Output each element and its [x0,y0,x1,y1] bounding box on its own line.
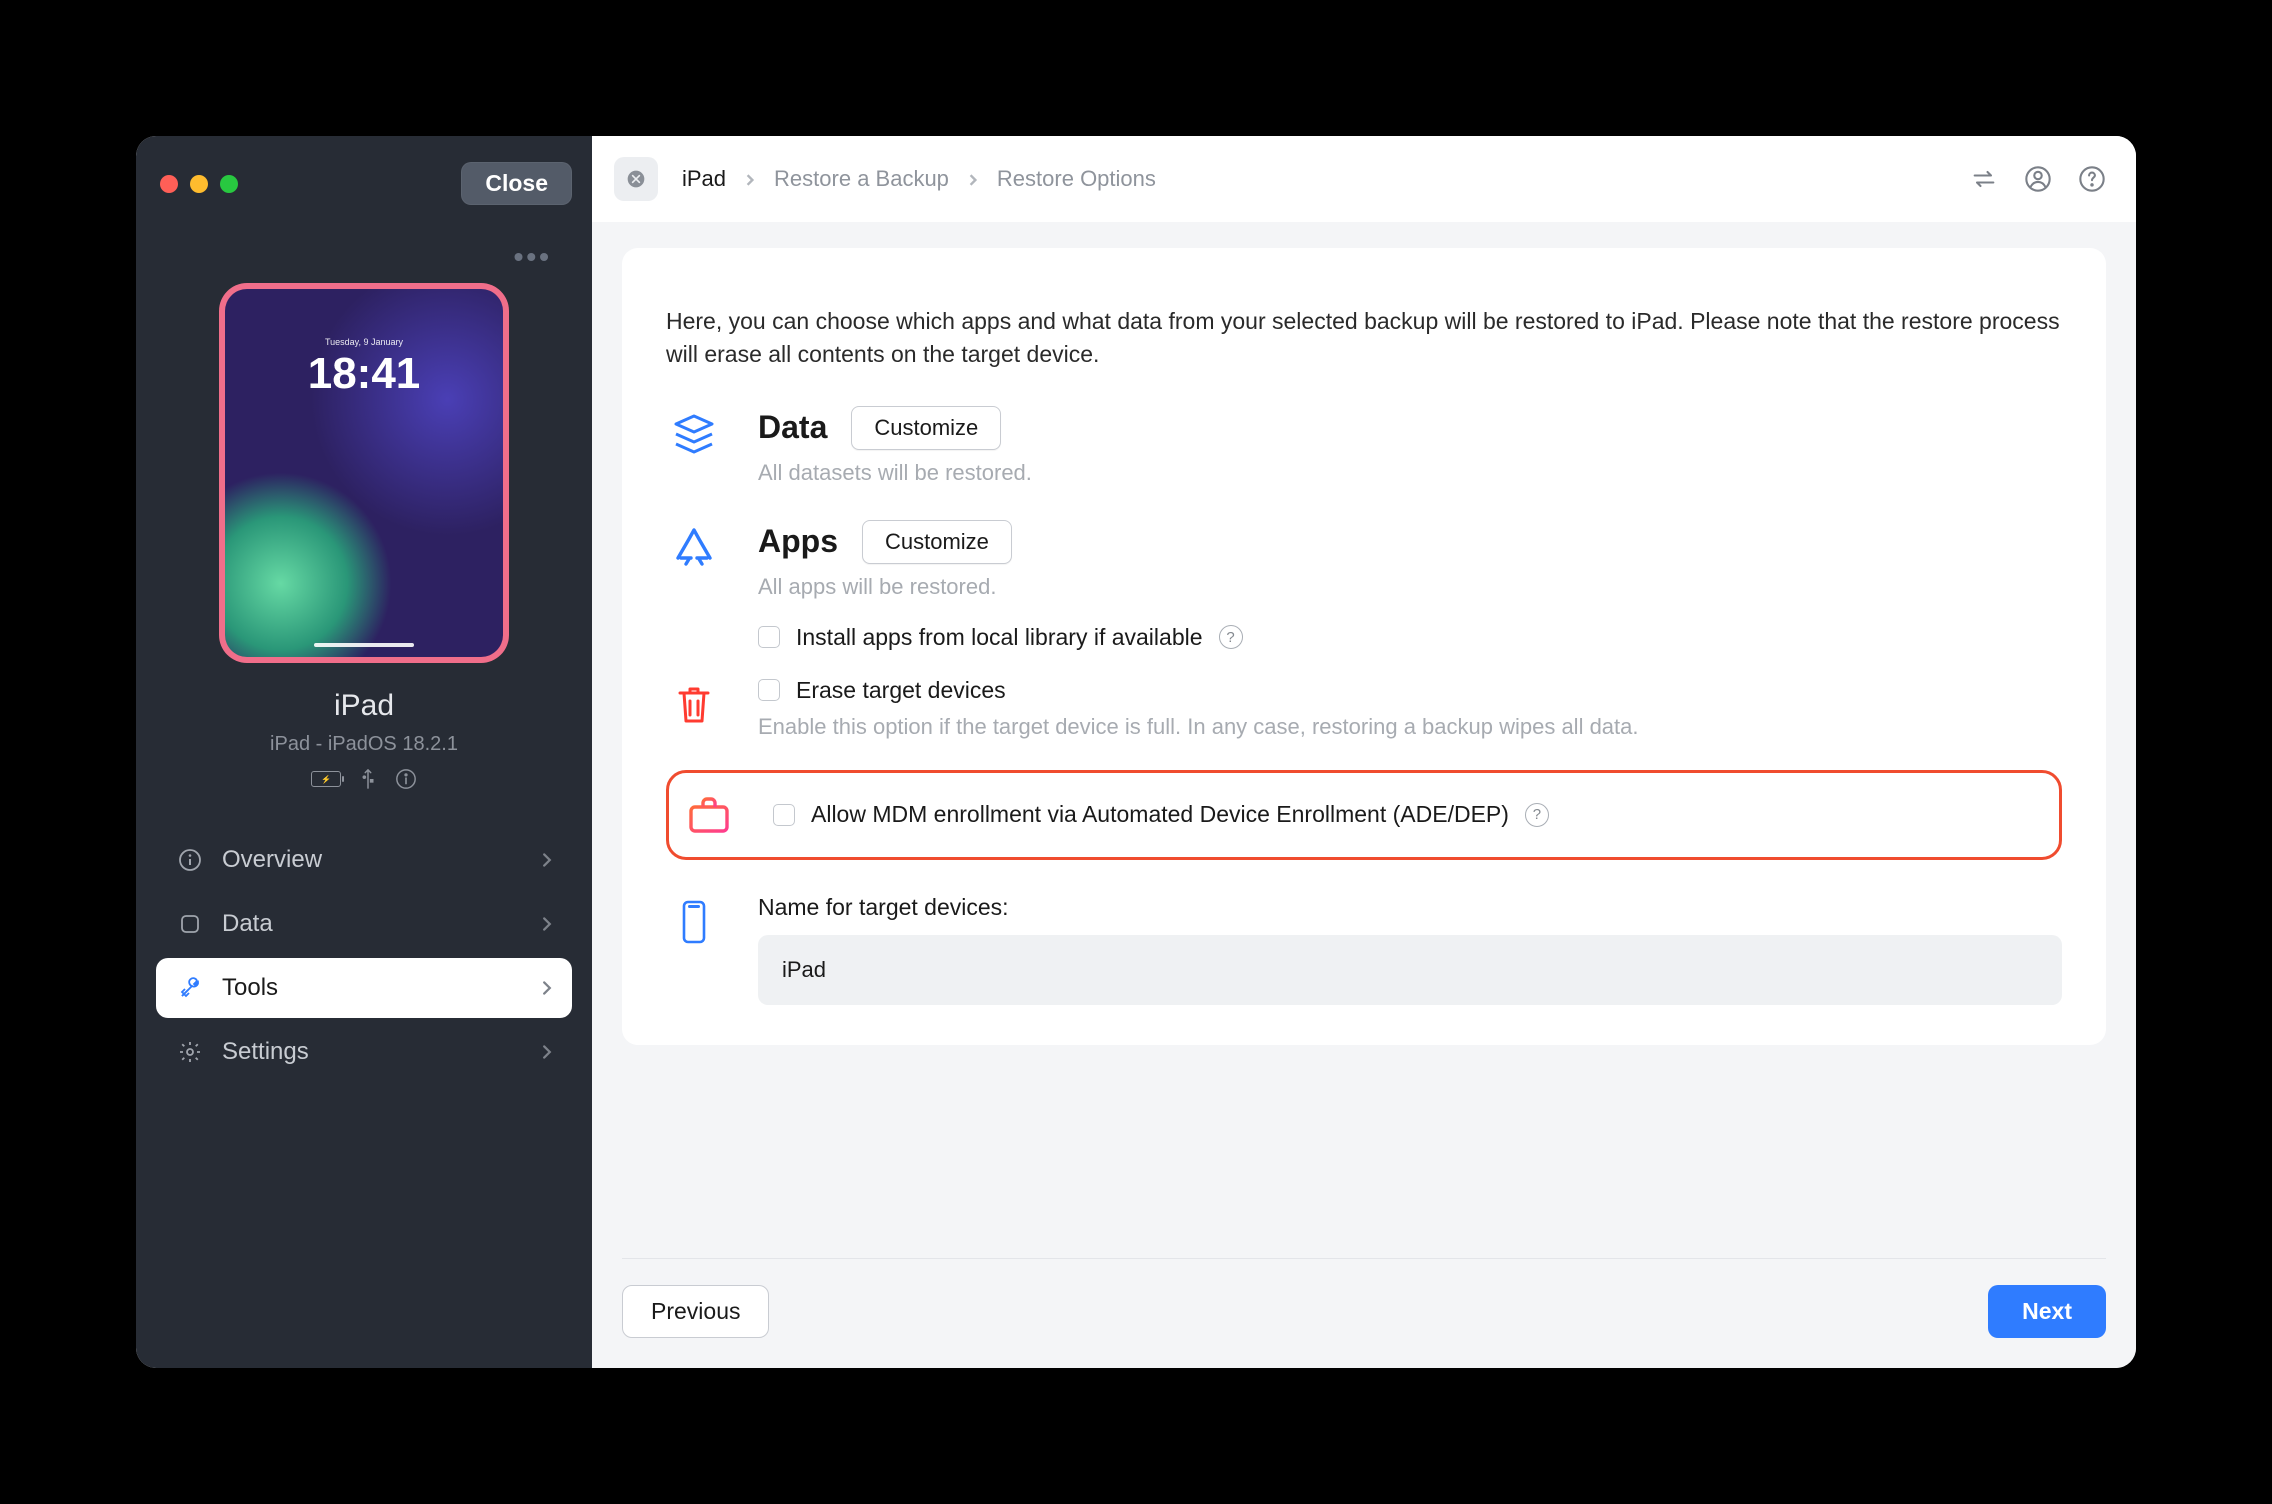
account-icon[interactable] [2024,165,2052,193]
square-icon [178,912,202,936]
sidebar-item-label: Tools [222,974,278,1002]
transfer-icon[interactable] [1970,165,1998,193]
chevron-right-icon [967,166,979,192]
top-bar: iPad Restore a Backup Restore Options [592,136,2136,222]
intro-text: Here, you can choose which apps and what… [666,305,2062,372]
breadcrumb-item[interactable]: iPad [682,166,726,192]
info-icon[interactable] [395,768,417,790]
sidebar-item-tools[interactable]: Tools [156,958,572,1018]
name-label: Name for target devices: [758,894,2062,921]
info-circle-icon [178,848,202,872]
sidebar-item-label: Data [222,910,273,938]
mdm-label: Allow MDM enrollment via Automated Devic… [811,801,1509,828]
customize-data-button[interactable]: Customize [851,406,1001,450]
close-button[interactable]: Close [461,162,572,205]
device-screen-date: Tuesday, 9 January [325,337,403,347]
back-button[interactable] [614,157,658,201]
data-title: Data [758,409,827,446]
help-icon[interactable]: ? [1525,803,1549,827]
chevron-right-icon [540,974,554,1002]
sidebar-item-overview[interactable]: Overview [156,830,572,890]
content-card: Here, you can choose which apps and what… [622,248,2106,1045]
breadcrumb-item[interactable]: Restore a Backup [774,166,949,192]
minimize-window-icon[interactable] [190,175,208,193]
customize-apps-button[interactable]: Customize [862,520,1012,564]
erase-label: Erase target devices [796,677,1006,704]
device-name-input[interactable] [758,935,2062,1005]
device-screen-time: 18:41 [308,349,421,399]
sidebar-nav: Overview Data Tools Settings [156,830,572,1082]
tools-icon [178,976,202,1000]
previous-button[interactable]: Previous [622,1285,769,1338]
chevron-right-icon [540,910,554,938]
gear-icon [178,1040,202,1064]
erase-checkbox[interactable] [758,679,780,701]
breadcrumb: iPad Restore a Backup Restore Options [682,166,1156,192]
phone-icon [670,898,718,946]
battery-icon: ⚡ [311,771,341,787]
data-sub: All datasets will be restored. [758,460,2062,486]
chevron-right-icon [744,166,756,192]
help-icon[interactable]: ? [1219,625,1243,649]
close-x-icon [626,169,646,189]
device-os: iPad - iPadOS 18.2.1 [156,733,572,756]
install-local-checkbox[interactable] [758,626,780,648]
help-icon[interactable] [2078,165,2106,193]
sidebar-item-data[interactable]: Data [156,894,572,954]
erase-sub: Enable this option if the target device … [758,714,2062,740]
apps-sub: All apps will be restored. [758,574,2062,600]
sidebar-item-label: Overview [222,846,322,874]
close-window-icon[interactable] [160,175,178,193]
app-window: Close ••• Tuesday, 9 January 18:41 iPad … [136,136,2136,1368]
main-panel: iPad Restore a Backup Restore Options He… [592,136,2136,1368]
sidebar: Close ••• Tuesday, 9 January 18:41 iPad … [136,136,592,1368]
footer: Previous Next [622,1258,2106,1338]
appstore-icon [670,524,718,572]
window-controls [160,175,238,193]
next-button[interactable]: Next [1988,1285,2106,1338]
sidebar-item-label: Settings [222,1038,309,1066]
trash-icon [670,681,718,729]
device-image: Tuesday, 9 January 18:41 [219,283,509,663]
apps-title: Apps [758,523,838,560]
chevron-right-icon [540,846,554,874]
install-local-label: Install apps from local library if avail… [796,624,1203,651]
briefcase-icon [685,791,733,839]
mdm-option-highlight: Allow MDM enrollment via Automated Devic… [666,770,2062,860]
stack-icon [670,410,718,458]
breadcrumb-item[interactable]: Restore Options [997,166,1156,192]
device-name: iPad [156,689,572,723]
zoom-window-icon[interactable] [220,175,238,193]
chevron-right-icon [540,1038,554,1066]
sidebar-item-settings[interactable]: Settings [156,1022,572,1082]
more-options-icon[interactable]: ••• [156,241,552,273]
mdm-checkbox[interactable] [773,804,795,826]
usb-icon [357,768,379,790]
device-status-icons: ⚡ [156,768,572,790]
